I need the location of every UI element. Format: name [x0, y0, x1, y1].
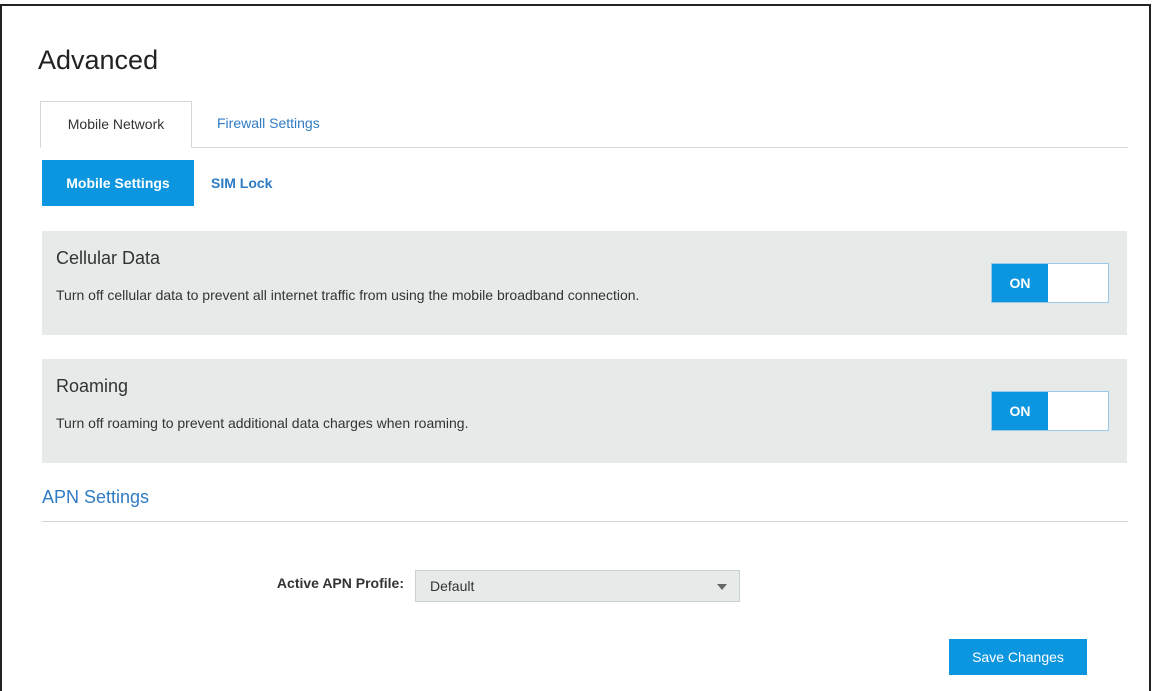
app-window: Advanced Mobile Network Firewall Setting…	[0, 4, 1151, 691]
tab-mobile-network[interactable]: Mobile Network	[40, 101, 192, 148]
save-changes-button[interactable]: Save Changes	[949, 639, 1087, 675]
cellular-data-description: Turn off cellular data to prevent all in…	[56, 287, 640, 303]
page-title: Advanced	[38, 45, 159, 75]
roaming-title: Roaming	[56, 376, 129, 396]
subnav-sim-lock[interactable]: SIM Lock	[211, 160, 272, 206]
apn-settings-title: APN Settings	[42, 487, 150, 507]
chevron-down-icon	[717, 584, 727, 590]
main-tabs: Mobile Network Firewall Settings	[40, 101, 1128, 148]
roaming-description: Turn off roaming to prevent additional d…	[56, 415, 469, 431]
cellular-data-toggle-on-label: ON	[992, 264, 1048, 302]
roaming-card: Roaming Turn off roaming to prevent addi…	[42, 359, 1127, 463]
cellular-data-toggle[interactable]: ON	[991, 263, 1109, 303]
subnav-mobile-settings[interactable]: Mobile Settings	[42, 160, 194, 206]
apn-section-divider	[42, 521, 1128, 522]
active-apn-profile-value: Default	[430, 578, 475, 594]
roaming-toggle[interactable]: ON	[991, 391, 1109, 431]
cellular-data-title: Cellular Data	[56, 248, 161, 268]
roaming-toggle-on-label: ON	[992, 392, 1048, 430]
tab-firewall-settings[interactable]: Firewall Settings	[197, 101, 340, 147]
cellular-data-card: Cellular Data Turn off cellular data to …	[42, 231, 1127, 335]
active-apn-profile-select[interactable]: Default	[415, 570, 740, 602]
active-apn-profile-label: Active APN Profile:	[276, 575, 404, 591]
